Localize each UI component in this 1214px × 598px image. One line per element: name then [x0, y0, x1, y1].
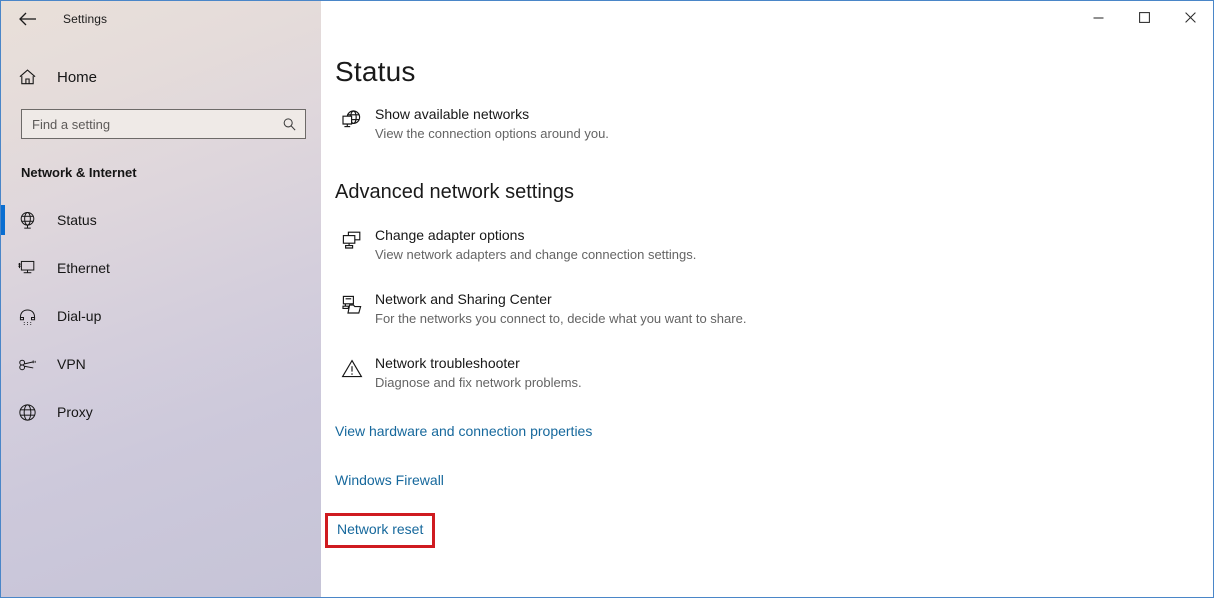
item-title: Network and Sharing Center	[375, 291, 552, 307]
globe-icon	[15, 400, 39, 424]
sidebar-item-vpn[interactable]: VPN	[1, 340, 321, 388]
sidebar-item-proxy-label: Proxy	[57, 404, 93, 420]
home-icon	[15, 68, 39, 86]
selection-indicator	[1, 205, 5, 235]
advanced-network-settings-heading: Advanced network settings	[335, 181, 575, 203]
network-reset-link[interactable]: Network reset	[337, 521, 423, 537]
close-icon[interactable]	[1167, 1, 1213, 33]
ethernet-monitor-icon	[15, 256, 39, 280]
minimize-icon[interactable]	[1075, 1, 1121, 33]
settings-window: Settings Home Find a setting Network & I…	[0, 0, 1214, 598]
view-hardware-link-wrap: View hardware and connection properties	[335, 423, 1193, 441]
item-description: For the networks you connect to, decide …	[375, 311, 747, 326]
search-icon[interactable]	[281, 116, 297, 132]
view-hardware-and-connection-properties-link[interactable]: View hardware and connection properties	[335, 423, 592, 439]
vpn-key-icon	[15, 352, 39, 376]
sidebar-item-home-label: Home	[57, 68, 98, 86]
network-sharing-center-row[interactable]: Network and Sharing Center For the netwo…	[335, 290, 1193, 328]
show-available-networks-row[interactable]: Show available networks View the connect…	[335, 105, 1193, 143]
sidebar-item-ethernet-label: Ethernet	[57, 260, 110, 276]
window-controls	[1075, 1, 1213, 33]
sidebar-item-home[interactable]: Home	[1, 57, 321, 97]
computer-folder-share-icon	[335, 290, 369, 317]
two-monitors-icon	[335, 226, 369, 253]
sidebar-item-ethernet[interactable]: Ethernet	[1, 244, 321, 292]
maximize-icon[interactable]	[1121, 1, 1167, 33]
item-title: Change adapter options	[375, 227, 525, 243]
sidebar-item-vpn-label: VPN	[57, 356, 86, 372]
titlebar-left: Settings	[1, 1, 321, 37]
sidebar-nav-list: Status Ethernet Dial-up VPN Proxy	[1, 196, 321, 436]
back-arrow-icon[interactable]	[13, 4, 43, 34]
windows-firewall-link[interactable]: Windows Firewall	[335, 472, 444, 488]
item-description: View network adapters and change connect…	[375, 247, 697, 262]
windows-firewall-link-wrap: Windows Firewall	[335, 472, 1193, 490]
item-description: Diagnose and fix network problems.	[375, 375, 582, 390]
sidebar-item-status-label: Status	[57, 212, 97, 228]
app-title: Settings	[63, 12, 108, 26]
sidebar-item-dialup[interactable]: Dial-up	[1, 292, 321, 340]
page-title: Status	[335, 56, 416, 87]
item-title: Network troubleshooter	[375, 355, 520, 371]
item-title: Show available networks	[375, 106, 530, 122]
telephone-icon	[15, 304, 39, 328]
item-description: View the connection options around you.	[375, 126, 609, 141]
sidebar-item-status[interactable]: Status	[1, 196, 321, 244]
content-area: Show available networks View the connect…	[325, 105, 1193, 548]
network-troubleshooter-row[interactable]: Network troubleshooter Diagnose and fix …	[335, 354, 1193, 392]
sidebar-item-proxy[interactable]: Proxy	[1, 388, 321, 436]
warning-triangle-icon	[335, 354, 369, 381]
globe-monitor-icon	[335, 105, 369, 132]
change-adapter-options-row[interactable]: Change adapter options View network adap…	[335, 226, 1193, 264]
search-box[interactable]	[21, 109, 306, 139]
globe-monitor-icon	[15, 208, 39, 232]
sidebar-item-dialup-label: Dial-up	[57, 308, 102, 324]
search-input[interactable]	[32, 110, 281, 138]
main-content: Status Show available networks View the …	[321, 1, 1213, 597]
network-reset-highlight-box: Network reset	[325, 513, 436, 548]
sidebar-category-title: Network & Internet	[21, 165, 137, 180]
sidebar: Settings Home Find a setting Network & I…	[1, 1, 321, 597]
